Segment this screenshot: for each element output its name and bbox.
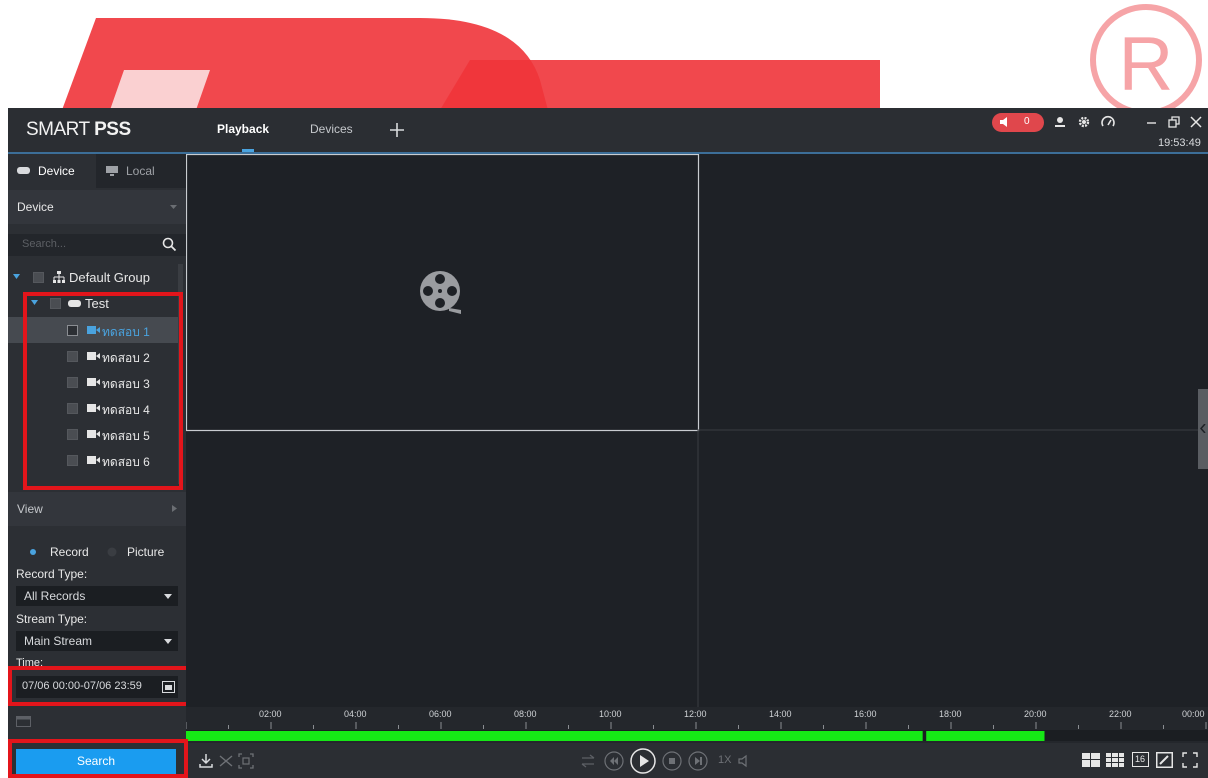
next-frame-icon[interactable] (688, 751, 708, 771)
group-checkbox[interactable] (33, 272, 44, 283)
video-pane-4[interactable] (699, 431, 1208, 707)
speaker-icon (1000, 117, 1007, 127)
chevron-right-icon (172, 505, 177, 512)
recording-segment[interactable] (186, 731, 923, 741)
device-search-input[interactable]: Search... (8, 234, 186, 256)
rewind-icon[interactable] (604, 751, 624, 771)
dropdown-caret-icon (164, 594, 172, 599)
highlight-box (8, 739, 188, 778)
split-4-icon[interactable] (1082, 753, 1100, 767)
snapshot-icon[interactable] (238, 753, 254, 769)
gear-icon[interactable] (1076, 114, 1092, 130)
search-icon[interactable] (162, 237, 177, 252)
record-type-select[interactable]: All Records (16, 586, 178, 606)
active-tab-indicator (242, 149, 254, 152)
user-icon[interactable] (1052, 114, 1068, 130)
stream-type-select[interactable]: Main Stream (16, 631, 178, 651)
alarm-badge[interactable]: 0 (992, 113, 1044, 132)
video-pane-3[interactable] (186, 431, 698, 707)
radio-unselected-icon (107, 547, 117, 557)
alarm-count: 0 (1024, 116, 1030, 127)
folder-icon[interactable] (16, 716, 31, 727)
dropdown-caret-icon (164, 639, 172, 644)
playback-controls: 1X 16 (186, 743, 1208, 778)
speed-indicator[interactable]: 1X (718, 754, 731, 766)
video-pane-2[interactable] (699, 154, 1208, 430)
chevron-down-icon (170, 205, 177, 209)
split-16-button[interactable]: 16 (1132, 752, 1149, 767)
tab-devices[interactable]: Devices (310, 122, 353, 136)
device-icon (17, 167, 30, 174)
collapse-panel-handle[interactable] (1198, 389, 1208, 469)
group-tree-icon (53, 271, 65, 283)
watermark-logo: R (0, 0, 1208, 110)
sidebar-tab-device[interactable]: Device (8, 154, 96, 188)
record-type-label: Record Type: (16, 567, 88, 581)
view-section-header[interactable]: View (8, 492, 186, 526)
highlight-box (23, 292, 183, 490)
clip-icon[interactable] (218, 753, 234, 769)
app-logo: SMART PSS (26, 119, 131, 140)
close-icon[interactable] (1188, 114, 1204, 130)
device-section-header[interactable]: Device (8, 190, 186, 224)
play-icon[interactable] (630, 748, 656, 774)
download-icon[interactable] (198, 753, 214, 769)
picture-radio[interactable]: Picture (107, 544, 177, 560)
highlight-box (8, 666, 198, 706)
tab-playback[interactable]: Playback (217, 122, 269, 136)
tree-group-row[interactable]: Default Group (8, 264, 178, 290)
smart-pss-window: SMART PSS Playback Devices 0 19:53:49 De… (8, 108, 1208, 778)
title-bar: SMART PSS Playback Devices 0 19:53:49 (8, 108, 1208, 154)
chevron-left-icon (1200, 424, 1206, 433)
svg-text:R: R (1119, 22, 1174, 107)
sidebar: Device Local Device Search... Default Gr… (8, 154, 198, 778)
recording-segment[interactable] (926, 731, 1045, 741)
expand-arrow-icon[interactable] (13, 274, 20, 279)
restore-icon[interactable] (1166, 114, 1182, 130)
sync-icon[interactable] (581, 754, 595, 768)
video-grid[interactable] (186, 154, 1208, 707)
minimize-icon[interactable] (1144, 114, 1160, 130)
stream-type-label: Stream Type: (16, 612, 88, 626)
playback-timeline[interactable]: 02:00 04:00 06:00 08:00 10:00 12:00 14:00 16:00… (186, 707, 1208, 743)
volume-icon[interactable] (738, 754, 752, 768)
record-radio[interactable]: Record (28, 544, 108, 560)
radio-selected-icon (28, 547, 38, 557)
timeline-track[interactable] (186, 707, 1208, 743)
performance-gauge-icon[interactable] (1100, 114, 1116, 130)
sidebar-tab-local[interactable]: Local (96, 154, 186, 188)
stop-icon[interactable] (662, 751, 682, 771)
video-pane-1[interactable] (186, 154, 699, 431)
monitor-icon (106, 166, 118, 176)
custom-split-icon[interactable] (1156, 752, 1173, 768)
film-reel-icon (420, 271, 461, 314)
split-9-icon[interactable] (1106, 753, 1124, 767)
fullscreen-icon[interactable] (1182, 752, 1198, 768)
plus-icon[interactable] (389, 122, 405, 138)
system-clock: 19:53:49 (1158, 137, 1201, 149)
